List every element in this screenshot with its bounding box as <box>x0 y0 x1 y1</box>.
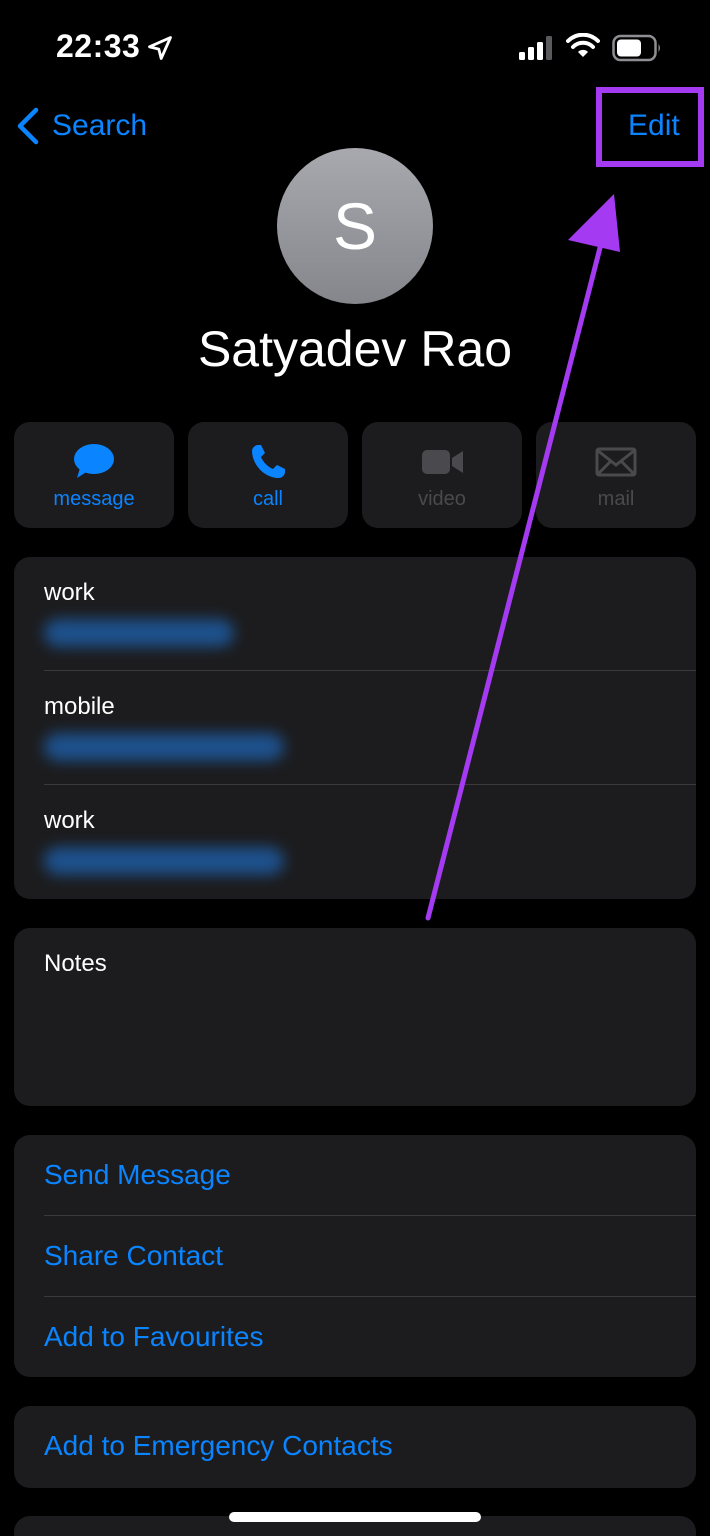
mail-action-label: mail <box>597 488 635 510</box>
call-action-label: call <box>252 488 283 510</box>
phone-label: work <box>44 579 95 606</box>
status-bar: 22:33 <box>0 0 710 95</box>
message-bubble-icon <box>74 444 114 478</box>
add-to-favourites-link[interactable]: Add to Favourites <box>44 1321 263 1353</box>
home-indicator[interactable] <box>229 1512 481 1522</box>
avatar: S <box>277 148 433 304</box>
notes-label: Notes <box>44 950 107 977</box>
location-arrow-icon <box>148 36 172 60</box>
battery-icon <box>612 34 660 62</box>
emergency-card: Add to Emergency Contacts <box>14 1406 696 1488</box>
video-action-button[interactable]: video <box>362 422 522 528</box>
avatar-initial: S <box>332 189 378 263</box>
message-action-button[interactable]: message <box>14 422 174 528</box>
mail-action-button[interactable]: mail <box>536 422 696 528</box>
video-camera-icon <box>422 450 463 474</box>
envelope-icon <box>595 447 637 477</box>
chevron-left-icon <box>17 107 39 145</box>
back-button-label: Search <box>52 109 148 142</box>
phone-row-work[interactable]: work <box>14 557 696 671</box>
phone-numbers-card: work mobile work <box>14 557 696 899</box>
phone-number-redacted <box>44 733 284 761</box>
cellular-signal-icon <box>519 36 552 60</box>
phone-label: work <box>44 807 95 834</box>
divider <box>44 1296 696 1297</box>
edit-highlight-box <box>596 87 704 167</box>
phone-number-redacted <box>44 619 234 647</box>
video-action-label: video <box>418 488 466 510</box>
share-contact-link[interactable]: Share Contact <box>44 1240 223 1272</box>
phone-row-mobile[interactable]: mobile <box>14 671 696 785</box>
status-time: 22:33 <box>56 28 141 64</box>
message-action-label: message <box>53 488 135 510</box>
phone-label: mobile <box>44 693 115 720</box>
notes-field[interactable]: Notes <box>14 928 696 1106</box>
phone-icon <box>252 445 285 478</box>
contact-actions-card: Send Message Share Contact Add to Favour… <box>14 1135 696 1377</box>
phone-row-work[interactable]: work <box>14 785 696 899</box>
divider <box>44 1215 696 1216</box>
phone-number-redacted <box>44 847 284 875</box>
call-action-button[interactable]: call <box>188 422 348 528</box>
contact-name: Satyadev Rao <box>197 321 513 377</box>
add-to-emergency-contacts-link[interactable]: Add to Emergency Contacts <box>44 1430 393 1462</box>
wifi-icon <box>566 33 600 57</box>
back-button[interactable]: Search <box>14 104 147 148</box>
send-message-link[interactable]: Send Message <box>44 1159 231 1191</box>
